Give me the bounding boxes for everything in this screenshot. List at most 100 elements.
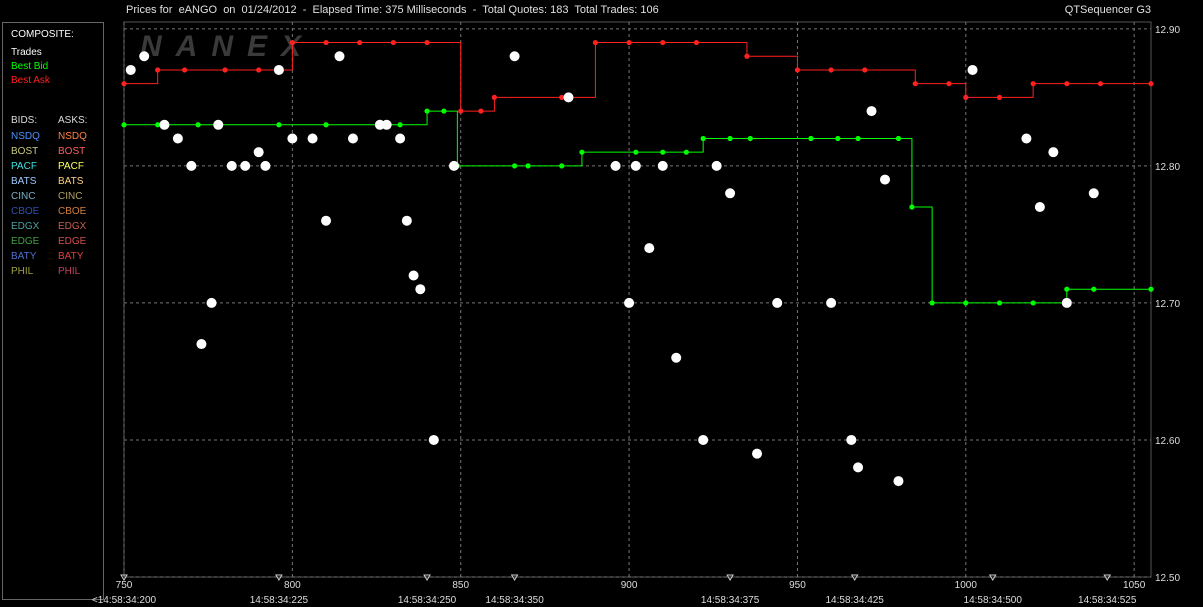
series-point: [1064, 81, 1070, 87]
trade-point: [321, 215, 332, 226]
trade-point: [381, 119, 392, 130]
trade-point: [172, 133, 183, 144]
series-point: [895, 135, 902, 142]
x-tick-label: 850: [452, 580, 469, 591]
series-point: [660, 149, 666, 155]
trade-point: [1034, 202, 1045, 212]
series-point: [1030, 81, 1036, 87]
time-label: 14:58:34:375: [701, 595, 760, 606]
series-point: [693, 39, 700, 46]
series-point: [626, 39, 632, 46]
price-chart: 12.90 12.80 12.70 12.60 12.50 750 800 850 900 950…: [92, 21, 1180, 606]
trade-point: [630, 160, 641, 171]
series-point: [912, 81, 918, 87]
series-point: [559, 163, 565, 169]
time-label: 14:58:34:425: [825, 595, 884, 606]
trade-point: [772, 297, 783, 308]
series-point: [1148, 286, 1154, 292]
trade-point: [287, 133, 298, 144]
x-tick-label: 750: [116, 580, 133, 591]
series-point: [946, 81, 952, 87]
series-point: [592, 39, 599, 46]
trade-point: [448, 160, 459, 171]
series-point: [963, 300, 969, 306]
series-point: [909, 204, 915, 210]
series-point: [862, 67, 868, 73]
trade-point: [395, 133, 406, 144]
trade-point: [196, 339, 207, 350]
trade-point: [624, 297, 635, 308]
trade-point: [186, 160, 197, 171]
trade-point: [879, 174, 890, 185]
trade-point: [657, 160, 668, 171]
series-point: [1091, 286, 1097, 292]
trade-point: [644, 243, 655, 254]
trade-point: [563, 92, 574, 103]
series-point: [963, 94, 969, 100]
series-point: [747, 135, 753, 142]
series-point: [121, 122, 127, 128]
y-tick-label: 12.60: [1155, 436, 1180, 447]
trade-point: [206, 297, 217, 308]
chart-grid: [123, 21, 1152, 578]
x-tick-label: 1050: [1123, 580, 1146, 591]
series-point: [478, 108, 484, 114]
trade-point: [1021, 133, 1032, 144]
series-best-bid: [124, 110, 1151, 304]
trade-point: [698, 434, 709, 445]
y-tick-label: 12.70: [1155, 299, 1180, 310]
series-point: [424, 108, 430, 114]
trade-point: [307, 133, 318, 144]
trade-point: [428, 434, 439, 445]
series-point: [633, 149, 639, 155]
series-point: [289, 39, 295, 46]
trade-point: [260, 160, 271, 171]
chart-series: [121, 39, 1154, 306]
plot-frame: [123, 21, 1152, 578]
trade-point: [347, 133, 358, 144]
trade-point: [253, 147, 264, 158]
time-label: 14:58:34:225: [250, 595, 309, 606]
series-point: [357, 39, 363, 46]
series-best-ask: [124, 42, 1151, 112]
trade-point: [408, 270, 419, 281]
trade-point: [711, 160, 722, 171]
trade-point: [893, 476, 904, 487]
series-point: [525, 163, 531, 169]
series-point: [579, 149, 585, 155]
series-point: [441, 108, 447, 114]
x-tick-label: 800: [284, 580, 301, 591]
time-label: 14:58:34:525: [1078, 595, 1137, 606]
series-point: [1064, 286, 1070, 292]
series-point: [155, 67, 161, 73]
series-point: [511, 163, 518, 169]
trade-point: [226, 160, 237, 171]
series-point: [323, 39, 329, 46]
series-point: [182, 67, 188, 73]
series-point: [929, 300, 935, 306]
trade-point: [610, 160, 621, 171]
trade-point: [846, 434, 857, 445]
trade-point: [1088, 188, 1099, 199]
series-point: [683, 149, 689, 155]
series-point: [996, 94, 1003, 100]
trade-point: [240, 160, 251, 171]
time-label: 14:58:34:350: [485, 595, 544, 606]
series-point: [700, 135, 706, 142]
series-point: [491, 94, 497, 100]
series-point: [256, 67, 262, 73]
series-point: [121, 81, 127, 87]
time-label: 14:58:34:250: [398, 595, 457, 606]
series-point: [424, 39, 430, 46]
series-point: [835, 135, 841, 142]
trade-point: [401, 215, 412, 226]
series-point: [808, 135, 814, 142]
series-point: [1030, 300, 1036, 306]
trade-point: [752, 448, 763, 459]
trade-point: [213, 119, 224, 130]
series-point: [1097, 81, 1104, 87]
y-tick-label: 12.80: [1155, 162, 1180, 173]
y-tick-label: 12.50: [1155, 573, 1180, 584]
trade-point: [826, 297, 837, 308]
series-point: [855, 135, 861, 142]
